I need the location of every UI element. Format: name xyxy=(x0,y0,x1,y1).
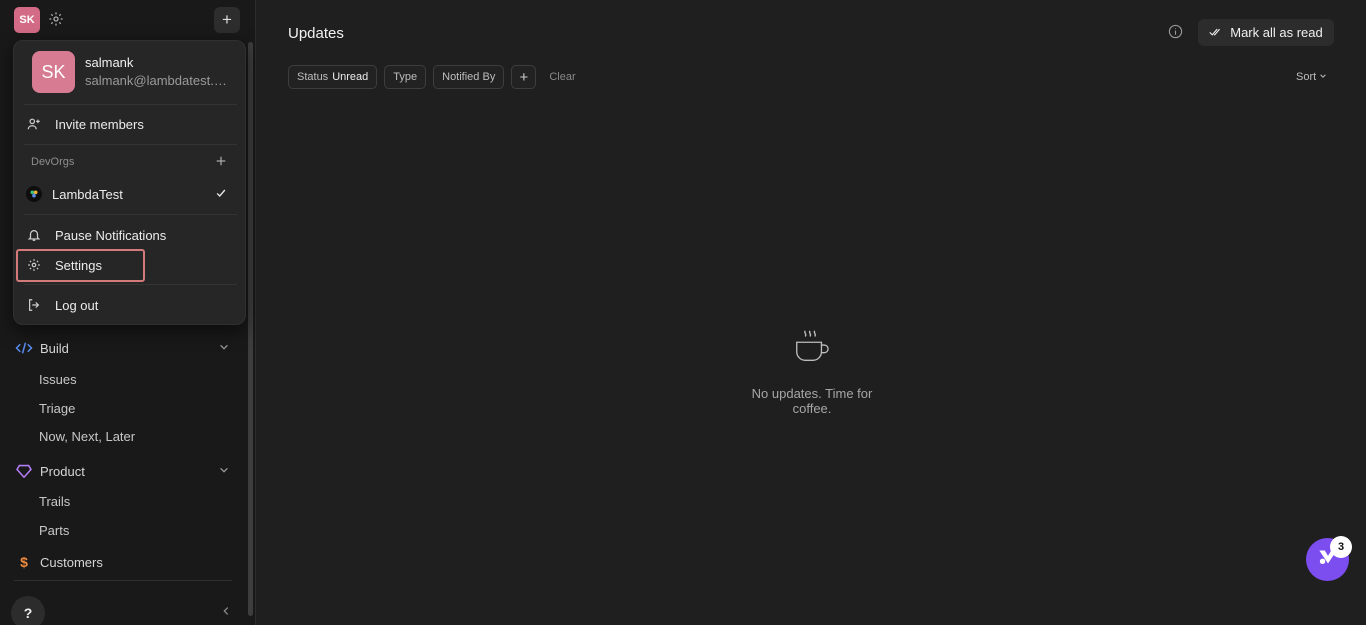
dollar-icon: $ xyxy=(20,554,28,570)
double-check-icon xyxy=(1209,25,1222,40)
chevron-down-icon[interactable] xyxy=(218,464,232,478)
sidebar-scrollbar[interactable] xyxy=(248,42,253,616)
filter-status-label: Status xyxy=(297,71,329,83)
user-name: salmank xyxy=(85,55,134,70)
menu-divider xyxy=(24,284,237,285)
filter-type[interactable]: Type xyxy=(384,65,427,89)
main-panel: Updates Mark all as read Status Unread T… xyxy=(256,0,1366,625)
logout-icon xyxy=(26,297,42,313)
sidebar-item-issues[interactable]: Issues xyxy=(39,368,77,390)
check-icon xyxy=(215,187,229,201)
devorgs-label: DevOrgs xyxy=(31,156,75,168)
plus-icon: + xyxy=(222,10,232,29)
code-icon xyxy=(14,340,34,356)
sidebar-section-build[interactable]: Build xyxy=(12,335,234,361)
filter-status[interactable]: Status Unread xyxy=(288,65,378,89)
mark-all-read-button[interactable]: Mark all as read xyxy=(1198,19,1334,46)
sidebar-item-label: Customers xyxy=(40,554,103,570)
invite-members-item[interactable]: Invite members xyxy=(26,112,235,136)
user-plus-icon xyxy=(26,116,42,132)
sidebar-item-triage[interactable]: Triage xyxy=(39,397,75,419)
user-avatar[interactable]: SK xyxy=(14,7,40,33)
logout-item[interactable]: Log out xyxy=(26,293,235,317)
plus-icon: + xyxy=(519,68,529,86)
menu-item-label: Pause Notifications xyxy=(55,227,167,243)
notification-badge: 3 xyxy=(1330,536,1352,558)
plus-icon[interactable] xyxy=(215,154,229,168)
app-root: SK + Build Issues Triage Now, Next, Late… xyxy=(0,0,1366,625)
org-name: LambdaTest xyxy=(52,186,123,202)
collapse-sidebar-icon[interactable] xyxy=(220,604,234,618)
sort-dropdown[interactable]: Sort xyxy=(1296,71,1327,83)
filter-bar: Status Unread Type Notified By + Clear xyxy=(288,65,576,89)
gear-icon[interactable] xyxy=(48,11,66,29)
menu-divider xyxy=(24,214,237,215)
create-button[interactable]: + xyxy=(214,7,240,33)
filter-notified-by[interactable]: Notified By xyxy=(433,65,505,89)
user-menu: SK salmank salmank@lambdatest.c... Invit… xyxy=(13,40,246,325)
empty-state-message: No updates. Time for coffee. xyxy=(751,386,873,416)
sidebar-item-parts[interactable]: Parts xyxy=(39,519,69,541)
menu-divider xyxy=(24,144,237,145)
sidebar-divider xyxy=(14,580,232,581)
menu-divider xyxy=(24,104,237,105)
menu-avatar: SK xyxy=(32,51,75,93)
sidebar-section-product[interactable]: Product xyxy=(12,458,234,484)
sort-label: Sort xyxy=(1296,71,1317,83)
add-filter-button[interactable]: + xyxy=(511,65,537,89)
sidebar-item-customers[interactable]: $ Customers xyxy=(12,549,234,575)
filter-status-value: Unread xyxy=(332,71,369,83)
user-email: salmank@lambdatest.c... xyxy=(85,73,230,88)
diamond-icon xyxy=(14,463,34,479)
sidebar-section-label: Product xyxy=(40,463,85,479)
lambdatest-logo-icon xyxy=(26,186,42,202)
menu-item-label: Log out xyxy=(55,297,99,313)
help-button[interactable]: ? xyxy=(11,596,45,625)
settings-highlight-box xyxy=(16,249,145,282)
chevron-down-icon xyxy=(1319,71,1327,83)
sidebar-item-now-next-later[interactable]: Now, Next, Later xyxy=(39,425,135,447)
sidebar-item-trails[interactable]: Trails xyxy=(39,490,70,512)
sidebar-section-label: Build xyxy=(40,340,69,356)
info-icon[interactable] xyxy=(1168,24,1184,40)
coffee-cup-icon xyxy=(792,328,830,366)
mark-all-read-label: Mark all as read xyxy=(1230,25,1323,40)
menu-item-label: Invite members xyxy=(55,116,144,132)
bell-icon xyxy=(26,227,42,243)
sidebar-top-row: SK + xyxy=(14,7,240,33)
pause-notifications-item[interactable]: Pause Notifications xyxy=(26,223,235,247)
chevron-down-icon[interactable] xyxy=(218,341,232,355)
clear-filters-link[interactable]: Clear xyxy=(549,71,575,83)
org-item-lambdatest[interactable]: LambdaTest xyxy=(26,182,235,206)
page-title: Updates xyxy=(288,25,344,42)
